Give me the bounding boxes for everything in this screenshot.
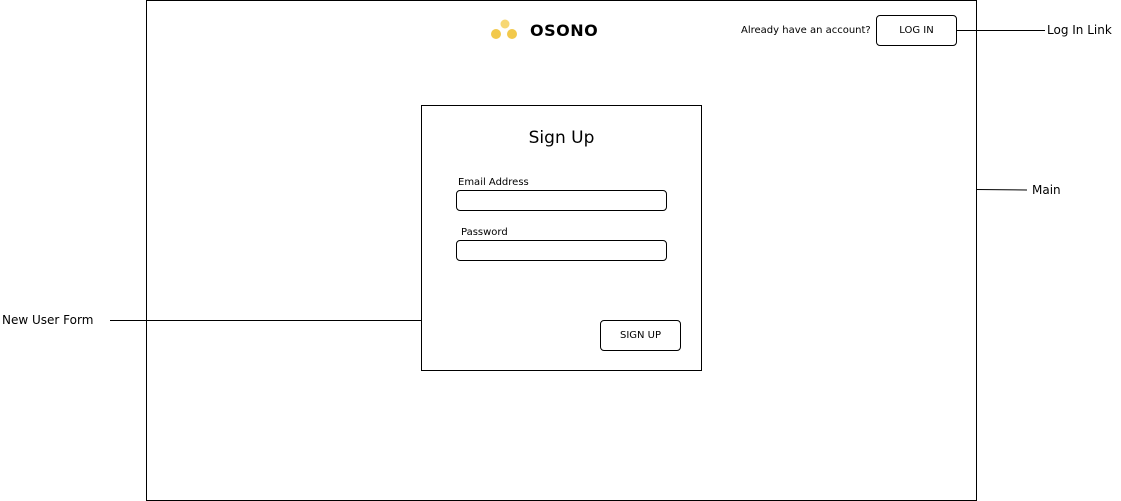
login-link-connector	[957, 30, 1045, 31]
new-user-form-annotation: New User Form	[2, 313, 94, 327]
password-label: Password	[461, 227, 508, 238]
signup-button[interactable]: SIGN UP	[600, 320, 681, 351]
email-input[interactable]	[456, 190, 667, 211]
main-annotation: Main	[1032, 183, 1061, 197]
form-title: Sign Up	[528, 128, 595, 148]
new-user-form: Sign Up Email Address Password SIGN UP	[421, 105, 702, 371]
account-prompt: Already have an account?	[741, 25, 871, 36]
brand-name: OSONO	[530, 21, 599, 40]
login-link-annotation: Log In Link	[1047, 23, 1112, 37]
email-label: Email Address	[458, 177, 529, 188]
password-input[interactable]	[456, 240, 667, 261]
osono-logo-icon	[490, 18, 520, 42]
new-user-form-connector	[110, 320, 421, 321]
main-connector	[975, 189, 1028, 191]
login-button[interactable]: LOG IN	[876, 15, 957, 46]
